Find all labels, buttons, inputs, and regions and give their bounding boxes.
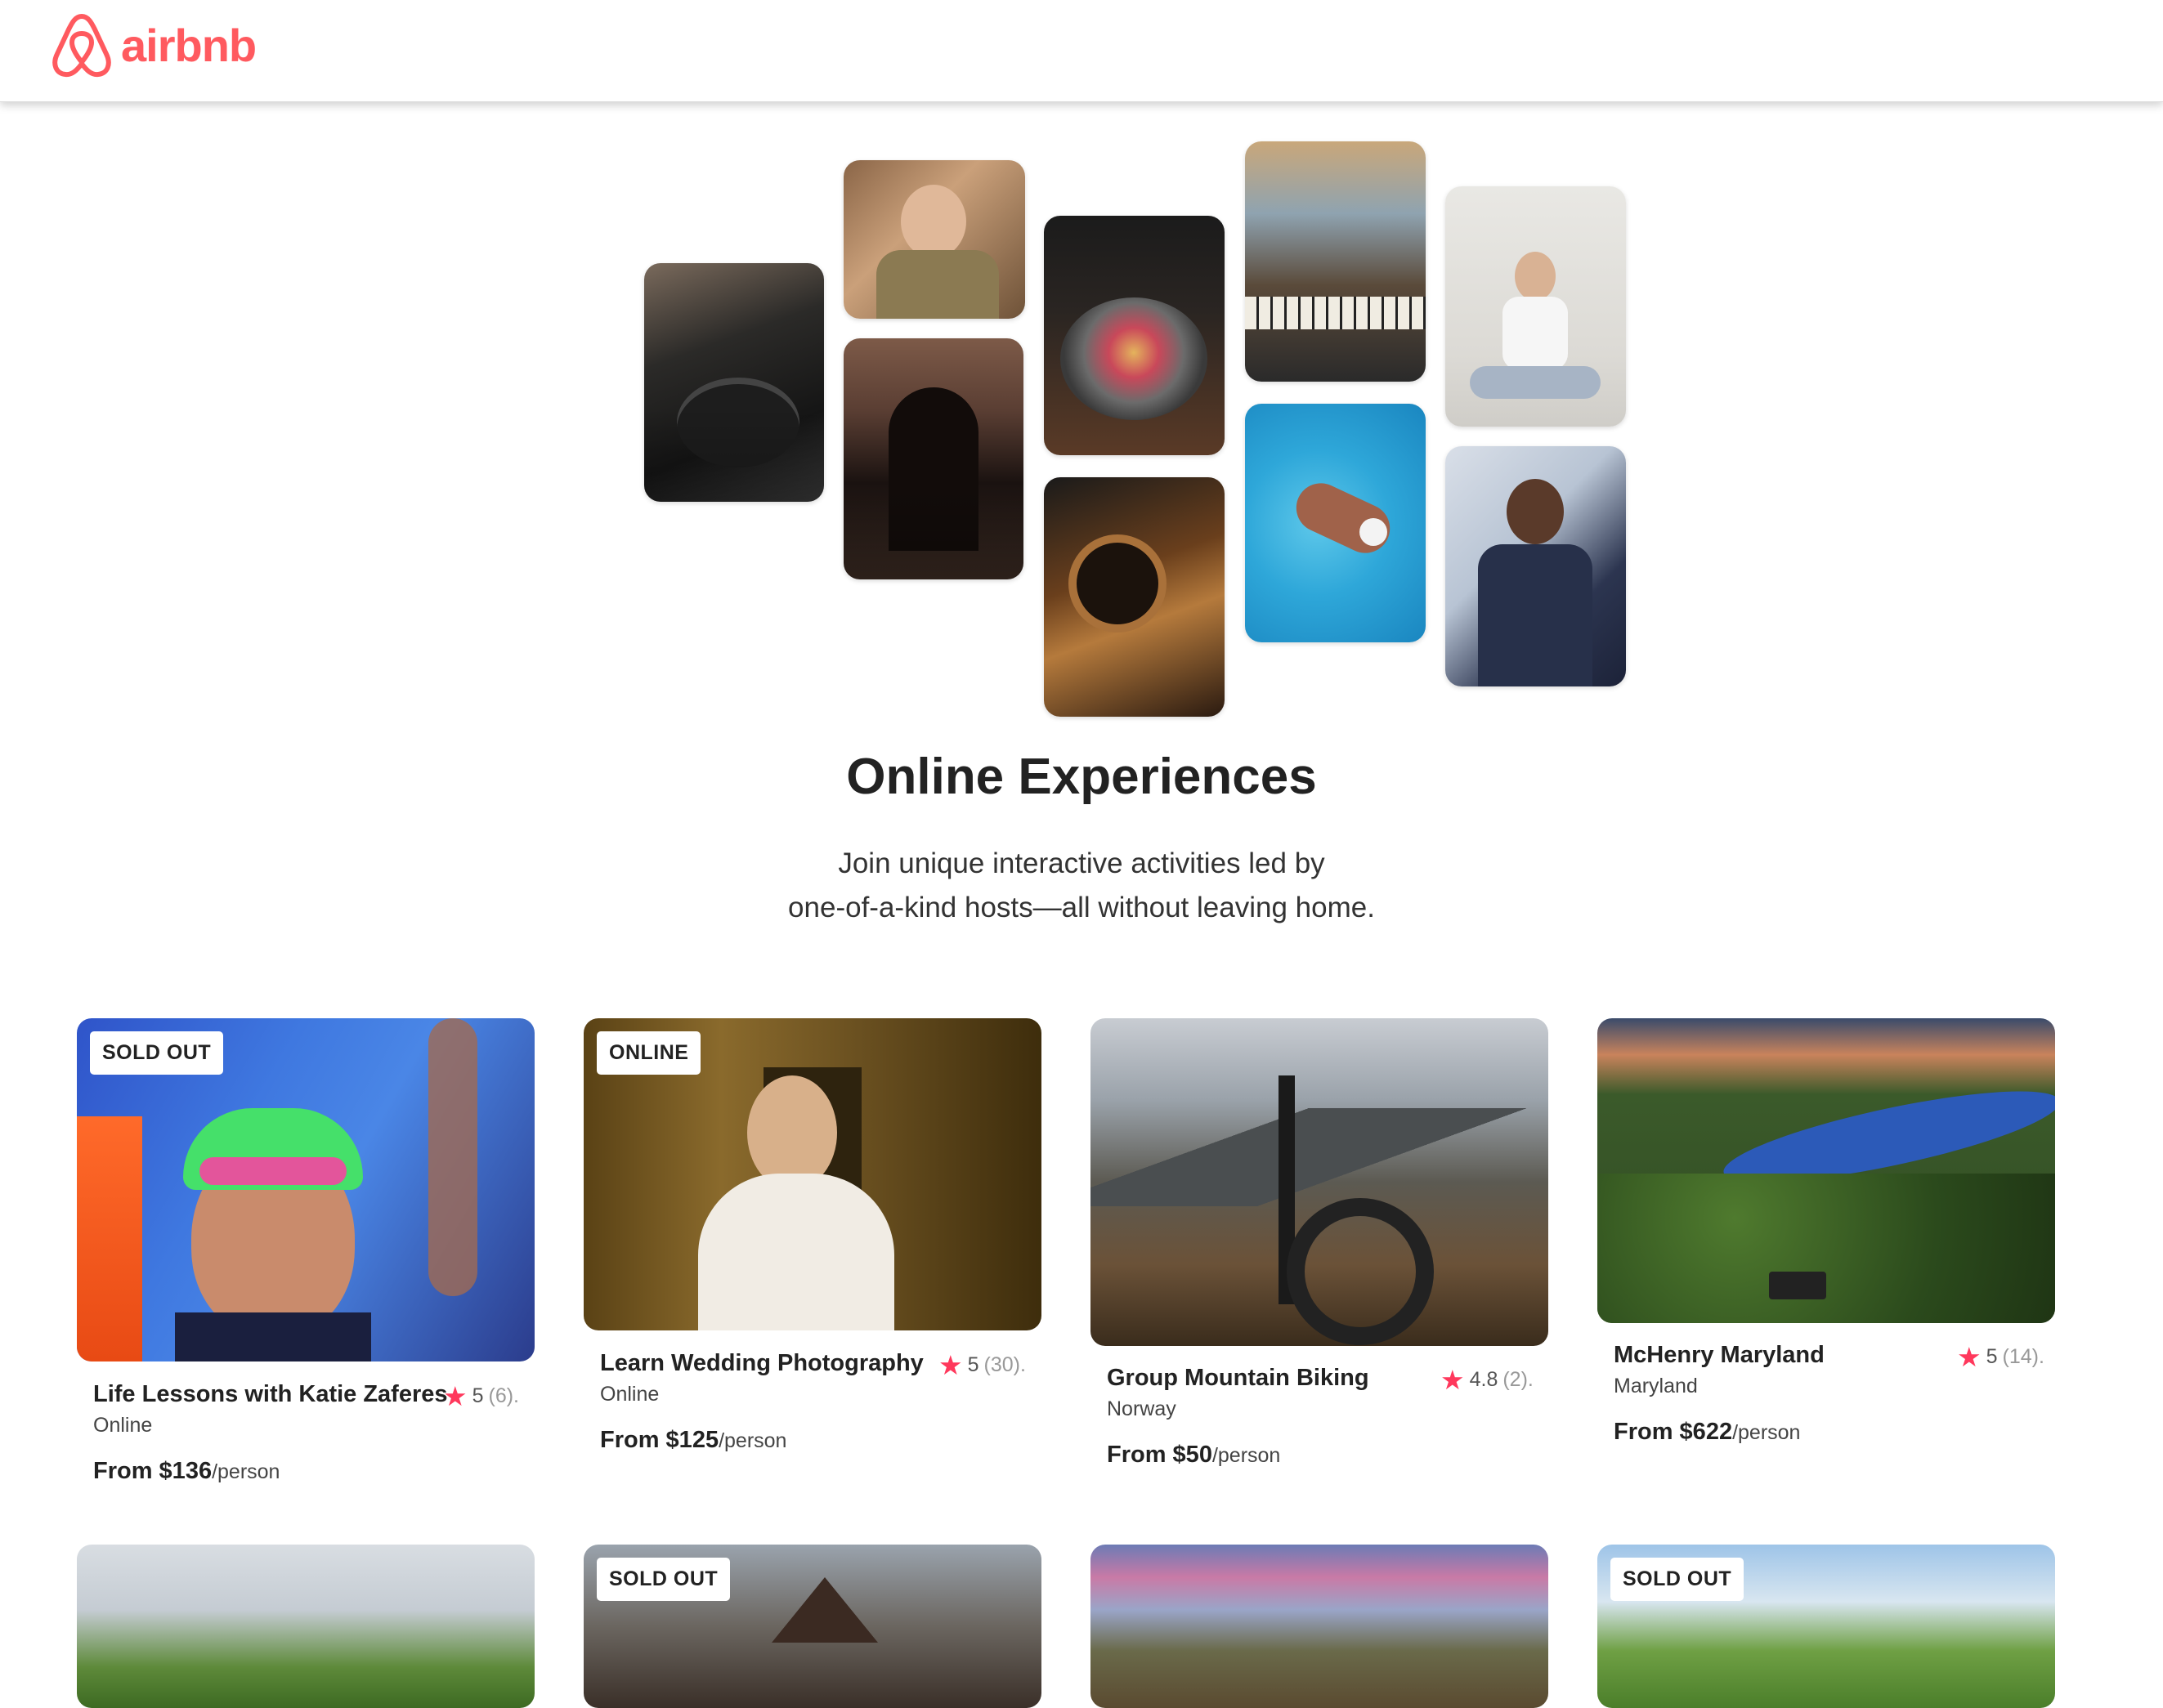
collage-image-swimmer: [1245, 404, 1426, 642]
page-subtitle: Join unique interactive activities led b…: [0, 842, 2163, 930]
experience-title[interactable]: Learn Wedding Photography: [600, 1350, 924, 1377]
status-badge: SOLD OUT: [597, 1558, 731, 1601]
airbnb-belo-icon: [52, 14, 111, 78]
rating-value: 5: [1986, 1345, 1998, 1368]
price-value: From $125: [600, 1427, 719, 1453]
subtitle-line-1: Join unique interactive activities led b…: [838, 847, 1325, 879]
experience-title[interactable]: McHenry Maryland: [1614, 1342, 1825, 1369]
experience-price: From $622/person: [1614, 1419, 1800, 1446]
collage-image-baker: [844, 160, 1025, 319]
collage-image-singer: [1445, 446, 1626, 686]
page-title: Online Experiences: [846, 749, 1317, 805]
star-icon: ★: [938, 1350, 963, 1380]
experience-location: Online: [93, 1414, 153, 1437]
airbnb-logo[interactable]: airbnb: [51, 11, 257, 78]
status-badge: ONLINE: [597, 1031, 701, 1075]
experience-title[interactable]: Group Mountain Biking: [1107, 1365, 1369, 1392]
star-icon: ★: [1957, 1342, 1982, 1372]
experience-photo[interactable]: [1597, 1018, 2055, 1323]
review-count: (6).: [488, 1384, 520, 1407]
experience-card[interactable]: [1090, 1545, 1548, 1708]
review-count: (14).: [2002, 1345, 2044, 1368]
experience-card[interactable]: Group Mountain Biking ★ 4.8 (2). Norway F…: [1090, 1018, 1548, 1476]
experience-photo[interactable]: [1090, 1018, 1548, 1346]
subtitle-line-2: one-of-a-kind hosts—all without leaving …: [788, 892, 1375, 923]
experience-card[interactable]: [77, 1545, 535, 1708]
brand-name: airbnb: [121, 19, 257, 71]
collage-image-cooking-pans: [644, 263, 824, 502]
experience-title[interactable]: Life Lessons with Katie Zaferes: [93, 1381, 448, 1408]
star-icon: ★: [1440, 1365, 1465, 1395]
collage-image-yoga: [1445, 186, 1626, 427]
experience-card[interactable]: McHenry Maryland ★ 5 (14). Maryland From …: [1597, 1018, 2055, 1460]
review-count: (30).: [983, 1353, 1026, 1376]
price-value: From $136: [93, 1458, 213, 1484]
experience-rating: ★ 5 (14).: [1957, 1344, 2044, 1370]
experience-location: Online: [600, 1383, 660, 1406]
price-unit: /person: [1211, 1444, 1281, 1467]
price-value: From $50: [1107, 1442, 1212, 1468]
experience-card[interactable]: SOLD OUT Life Lessons with Katie Zaferes…: [77, 1018, 535, 1492]
price-unit: /person: [212, 1460, 280, 1483]
experience-rating: ★ 5 (30).: [938, 1352, 1026, 1379]
status-badge: SOLD OUT: [90, 1031, 224, 1075]
price-unit: /person: [1732, 1421, 1801, 1444]
collage-image-dancer-doorway: [844, 338, 1023, 579]
experience-photo[interactable]: [1090, 1545, 1548, 1708]
rating-value: 4.8: [1469, 1368, 1498, 1391]
experience-location: Norway: [1107, 1397, 1176, 1420]
collage-image-piano-mic: [1245, 141, 1426, 382]
star-icon: ★: [443, 1381, 468, 1411]
price-value: From $622: [1614, 1419, 1733, 1445]
experience-card[interactable]: ONLINE Learn Wedding Photography ★ 5 (30)…: [584, 1018, 1041, 1460]
experience-rating: ★ 5 (6).: [443, 1383, 519, 1410]
experience-photo[interactable]: [77, 1545, 535, 1708]
experience-location: Maryland: [1614, 1375, 1698, 1397]
collage-image-bowl-food: [1044, 216, 1225, 455]
experience-rating: ★ 4.8 (2).: [1440, 1366, 1534, 1393]
experience-card[interactable]: SOLD OUT: [584, 1545, 1041, 1708]
review-count: (2).: [1502, 1368, 1534, 1391]
experience-card[interactable]: SOLD OUT: [1597, 1545, 2055, 1708]
rating-value: 5: [472, 1384, 484, 1407]
price-unit: /person: [719, 1429, 787, 1452]
top-nav: airbnb: [0, 0, 2163, 102]
collage-image-guitar: [1044, 477, 1225, 717]
rating-value: 5: [967, 1353, 979, 1376]
experience-price: From $125/person: [600, 1427, 786, 1454]
experience-price: From $50/person: [1107, 1442, 1280, 1469]
status-badge: SOLD OUT: [1610, 1558, 1744, 1601]
experience-price: From $136/person: [93, 1458, 280, 1485]
